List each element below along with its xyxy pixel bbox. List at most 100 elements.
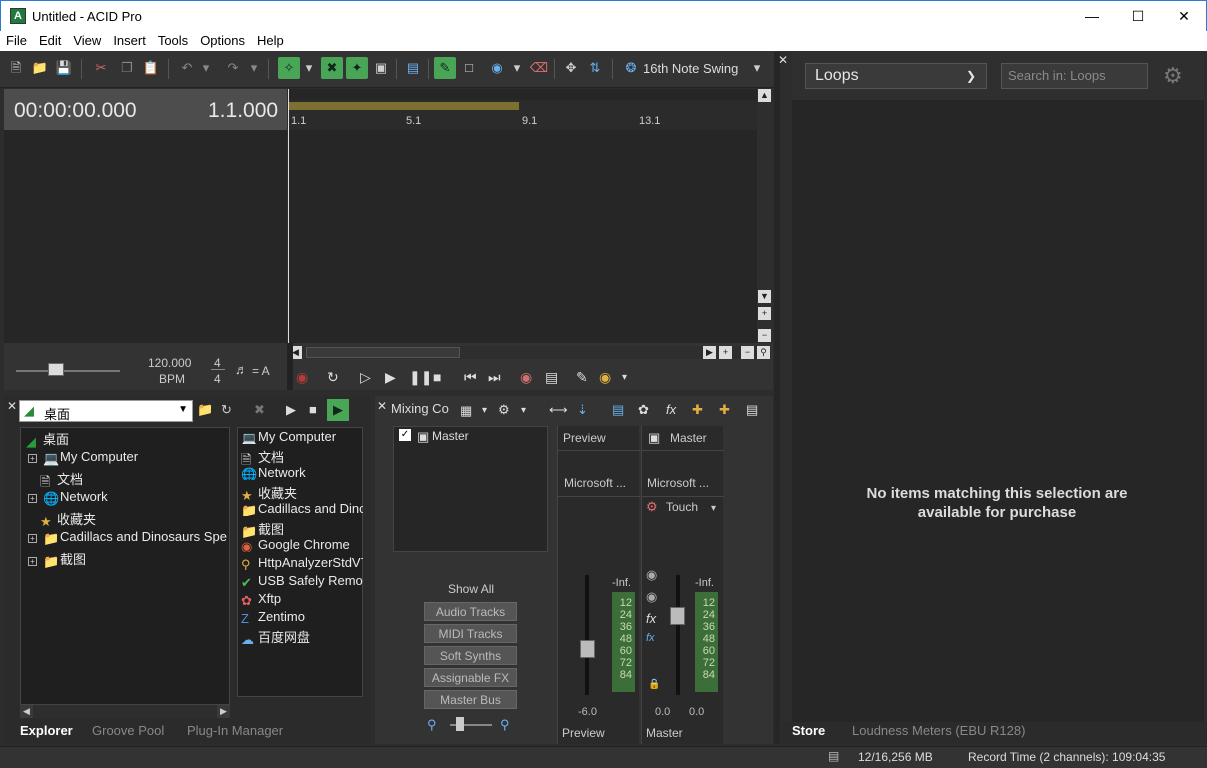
cut-icon[interactable]: ✂ [90,57,112,79]
insert-input-bus-icon[interactable]: ✚ [692,402,703,418]
undo-dropdown-icon[interactable]: ▾ [200,57,212,79]
downmix-icon[interactable]: ⇣ [577,402,588,418]
filter-midi-tracks[interactable]: MIDI Tracks [424,624,517,643]
tree-item[interactable]: ★ 收藏夹 [40,509,96,529]
tree-item[interactable]: + 📁截图 [28,549,86,569]
paint-tool-icon[interactable]: ◉ [486,57,508,79]
selection-tool-icon[interactable]: □ [458,57,480,79]
go-to-end-icon[interactable]: ⏭ [488,369,501,386]
paste-icon[interactable]: 📋 [140,57,162,79]
redo-icon[interactable]: ↷ [222,57,244,79]
maximize-button[interactable]: ☐ [1115,1,1161,31]
master-gain-right[interactable]: 0.0 [689,706,704,718]
lock-icon[interactable]: 🔒 [648,679,660,690]
auto-preview-icon[interactable]: ▶ [327,399,349,421]
list-item[interactable]: ✔ USB Safely Remov [241,573,363,588]
snap-icon[interactable]: ✧ [278,57,300,79]
groove-icon[interactable]: ❂ [620,57,642,79]
insert-synth-icon[interactable]: ✿ [638,402,649,418]
menu-file[interactable]: File [0,31,33,50]
scroll-down-icon[interactable]: ▼ [758,290,771,303]
play-from-start-icon[interactable]: ▷ [360,369,371,386]
explorer-close-icon[interactable]: ✕ [7,399,17,413]
expand-icon[interactable]: + [28,534,37,543]
tree-scroll-right-icon[interactable]: ▶ [217,705,230,718]
chopper-icon[interactable]: ◉ [599,369,611,386]
scroll-thumb[interactable] [306,347,460,358]
strip-width-thumb[interactable] [456,717,464,731]
vertical-scrollbar[interactable]: ▲ ▼ + − [757,89,772,343]
zoom-slider-track[interactable] [16,370,120,372]
tree-hscrollbar[interactable]: ◀ ▶ [20,705,230,718]
loop-region[interactable] [289,102,519,110]
preview-gain[interactable]: -6.0 [578,706,597,718]
explorer-stop-icon[interactable]: ■ [309,402,317,417]
refresh-icon[interactable]: ↻ [221,402,232,418]
explorer-location-select[interactable]: ◢ 桌面 ▼ [19,400,193,422]
list-item[interactable]: ⚲ HttpAnalyzerStdV7 [241,555,363,570]
paint-dropdown-icon[interactable]: ▾ [510,57,524,79]
tab-store[interactable]: Store [792,723,825,738]
store-search-input[interactable]: Search in: Loops [1001,63,1148,89]
menu-tools[interactable]: Tools [152,31,194,50]
envelope-tool-icon[interactable]: ✥ [560,57,582,79]
draw-tool-icon[interactable]: ✎ [434,57,456,79]
menu-options[interactable]: Options [194,31,251,50]
zoom-in-horizontal-icon[interactable]: + [719,346,732,359]
master-fader-track[interactable] [676,575,680,695]
filter-assignable-fx[interactable]: Assignable FX [424,668,517,687]
explorer-play-icon[interactable]: ▶ [286,402,296,418]
delete-icon[interactable]: ✖ [254,402,265,418]
zoom-out-vertical-icon[interactable]: − [758,329,771,342]
open-folder-icon[interactable]: 📁 [29,57,51,79]
tree-item[interactable]: + 📁Cadillacs and Dinosaurs Spe [28,529,227,546]
preview-fader-track[interactable] [585,575,589,695]
settings-dropdown-icon[interactable]: ▾ [521,405,526,416]
transport-dropdown-icon[interactable]: ▾ [622,372,627,383]
show-all-button[interactable]: Show All [448,582,494,596]
tree-scroll-left-icon[interactable]: ◀ [20,705,33,718]
mixer-settings-icon[interactable]: ⚙ [498,402,510,418]
master-device[interactable]: Microsoft ... [647,476,709,490]
tempo-value[interactable]: 120.000 [148,356,191,370]
list-item[interactable]: 🌐Network [241,465,363,480]
external-sync-icon[interactable]: ✎ [576,369,588,386]
erase-tool-icon[interactable]: ⌫ [528,57,550,79]
close-button[interactable]: ✕ [1161,1,1207,31]
list-item[interactable]: 🗎 文档 [241,447,363,466]
snap-dropdown-icon[interactable]: ▾ [302,57,316,79]
lock-envelopes-icon[interactable]: ▣ [370,57,392,79]
list-item[interactable]: 📁Cadillacs and Dinc [241,501,363,516]
layout-dropdown-icon[interactable]: ▾ [482,405,487,416]
zoom-out-icon[interactable]: ⚲ [427,717,437,733]
tree-item[interactable]: + 🌐Network [28,489,108,506]
metronome-icon[interactable]: ◉ [520,369,532,386]
insert-fx-icon[interactable]: fx [666,402,676,417]
automation-dropdown-icon[interactable]: ▾ [711,503,716,514]
menu-edit[interactable]: Edit [33,31,67,50]
save-icon[interactable]: 💾 [53,57,75,79]
preview-fader-knob[interactable] [580,640,595,658]
preview-device[interactable]: Microsoft ... [564,476,626,490]
time-sig-bottom[interactable]: 4 [214,372,221,386]
scroll-right-icon[interactable]: ▶ [703,346,716,359]
tree-item[interactable]: + 💻My Computer [28,449,138,466]
mixer-options-icon[interactable]: ▤ [746,402,758,418]
mixer-close-icon[interactable]: ✕ [377,399,387,413]
copy-icon[interactable]: ❐ [116,57,138,79]
expand-icon[interactable]: + [28,557,37,566]
master-fader-knob[interactable] [670,607,685,625]
master-checkbox[interactable]: ✓ [399,429,411,441]
list-item[interactable]: Z Zentimo [241,609,363,624]
go-to-start-icon[interactable]: ⏮ [464,369,477,386]
insert-bus-icon[interactable]: ▤ [612,402,624,418]
mixer-track-list[interactable]: ✓ ▣ Master [393,426,548,552]
tab-groove-pool[interactable]: Groove Pool [92,723,164,738]
up-folder-icon[interactable]: 📁 [197,402,213,418]
mixer-view-icon[interactable]: ▤ [545,369,558,386]
time-sig-top[interactable]: 4 [214,356,221,370]
list-item[interactable]: ★ 收藏夹 [241,483,363,502]
tab-loudness-meters[interactable]: Loudness Meters (EBU R128) [852,723,1025,738]
list-item[interactable]: ☁ 百度网盘 [241,627,363,646]
tab-explorer[interactable]: Explorer [20,723,73,738]
